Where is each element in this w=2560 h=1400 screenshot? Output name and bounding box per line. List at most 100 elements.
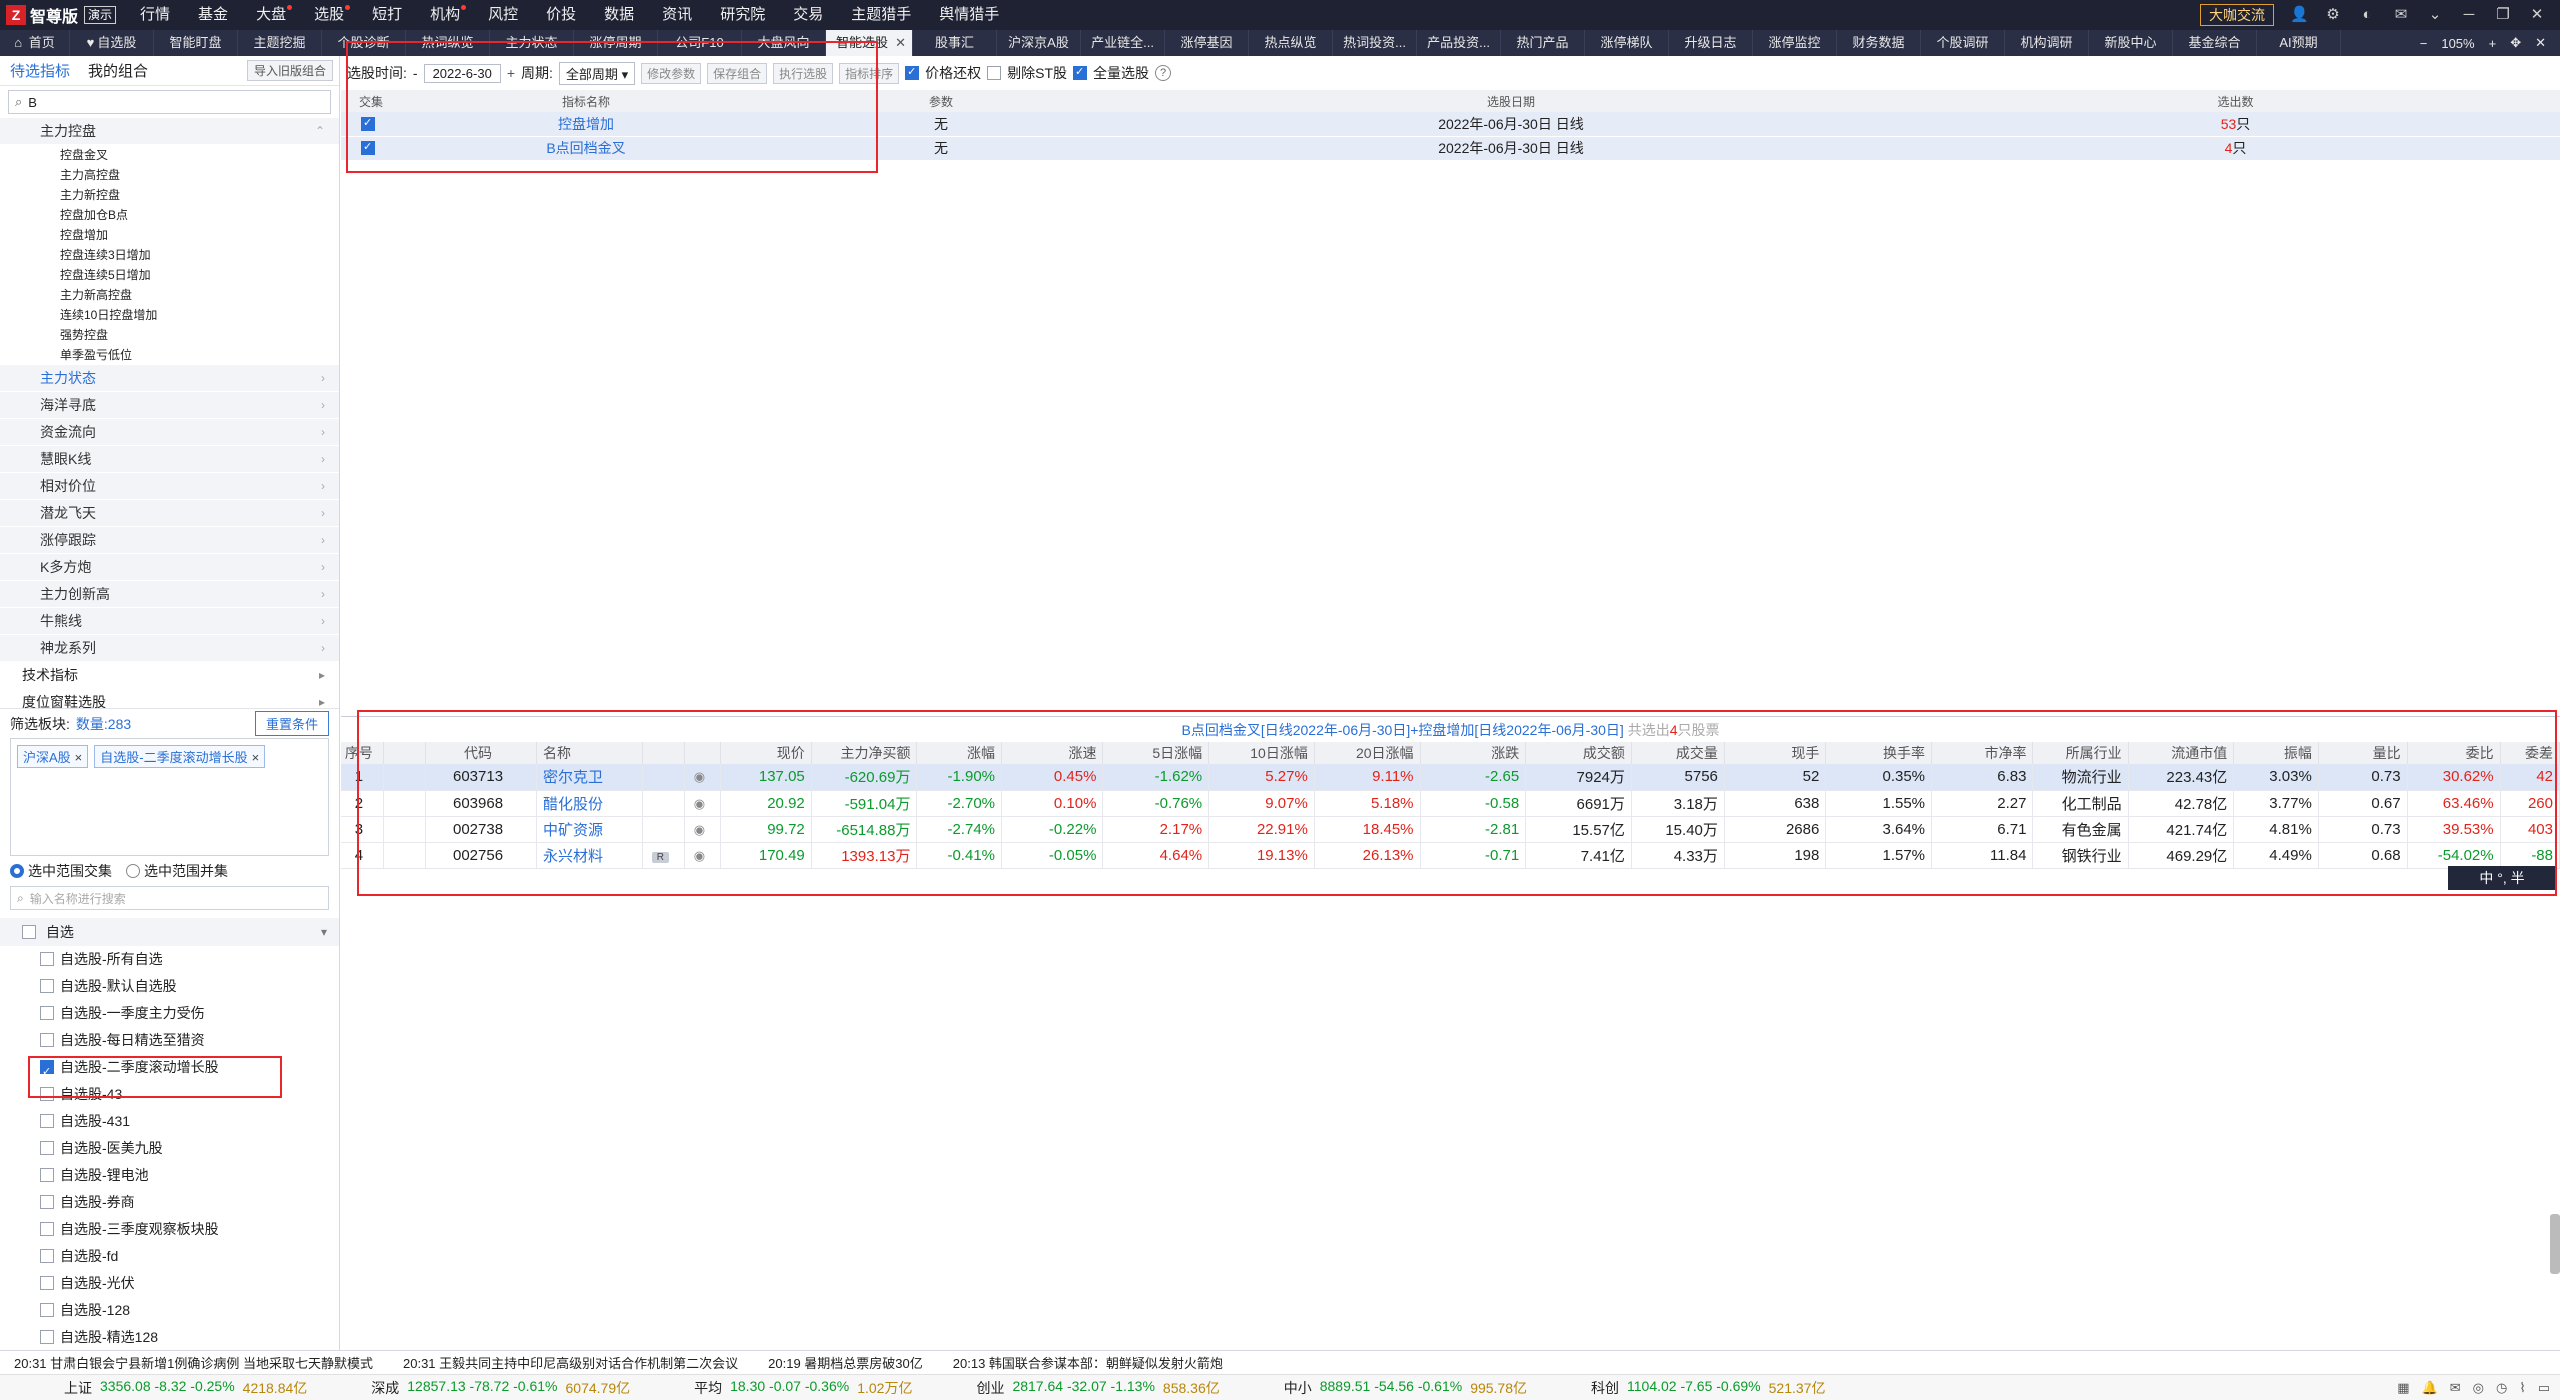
checkbox-checked-icon[interactable] [361, 140, 375, 155]
result-header[interactable]: 涨跌 [1420, 742, 1527, 764]
result-header[interactable]: 流通市值 [2128, 742, 2235, 764]
criteria-row[interactable]: B点回档金叉无2022年-06月-30日 日线4只 [341, 136, 2560, 161]
index-quote[interactable]: 中小 8889.51 -54.56 -0.61% 995.78亿 [1284, 1378, 1527, 1398]
help-icon[interactable]: ? [1155, 65, 1172, 81]
result-header[interactable]: 成交额 [1525, 742, 1632, 764]
tab-item[interactable]: 产品投资... [1417, 30, 1502, 56]
close-icon[interactable]: ✕ [2528, 6, 2546, 24]
exclude-st-option[interactable]: 剔除ST股 [987, 63, 1067, 83]
eye-icon[interactable]: ◉ [694, 796, 705, 811]
watchlist-item[interactable]: 自选股-三季度观察板块股 [0, 1216, 339, 1243]
tree-group-item[interactable]: 资金流向 › [0, 419, 339, 446]
checkbox-icon[interactable] [40, 1168, 54, 1182]
checkbox-icon[interactable] [40, 1222, 54, 1236]
tree-leaf-item[interactable]: 单季盈亏低位 [0, 345, 339, 365]
result-header[interactable]: 涨幅 [916, 742, 1002, 764]
monitor-icon[interactable]: ▭ [2538, 1380, 2550, 1396]
menu-item[interactable]: 数据 [590, 0, 648, 30]
eye-cell[interactable]: ◉ [684, 764, 721, 791]
checkbox-icon[interactable] [40, 1249, 54, 1263]
mail-icon[interactable]: ✉ [2392, 6, 2410, 24]
full-pick-option[interactable]: 全量选股 [1073, 63, 1149, 83]
tree-leaf-item[interactable]: 控盘连续5日增加 [0, 265, 339, 285]
tree-leaf-item[interactable]: 主力新控盘 [0, 185, 339, 205]
checkbox-icon[interactable] [40, 952, 54, 966]
run-picker-button[interactable]: 执行选股 [773, 62, 834, 84]
exchange-button[interactable]: 大咖交流 [2200, 4, 2274, 26]
checkbox-icon[interactable] [40, 1087, 54, 1101]
stock-code[interactable]: 002738 [425, 816, 537, 843]
tab-item[interactable]: 热点纵览 [1249, 30, 1334, 56]
date-plus[interactable]: + [507, 65, 515, 81]
indicator-search-input[interactable]: ⌕ B [8, 90, 331, 114]
watchlist-item[interactable]: 自选股-所有自选 [0, 946, 339, 973]
tree-leaf-item[interactable]: 控盘金叉 [0, 145, 339, 165]
index-quote[interactable]: 科创 1104.02 -7.65 -0.69% 521.37亿 [1591, 1378, 1825, 1398]
chat-icon[interactable]: ✉ [2450, 1380, 2461, 1396]
menu-item[interactable]: 交易 [779, 0, 837, 30]
chip-remove-icon[interactable]: × [75, 750, 83, 765]
tab-item[interactable]: 热词投资... [1333, 30, 1418, 56]
date-input[interactable]: 2022-6-30 [423, 63, 501, 83]
restore-icon[interactable]: ❐ [2494, 6, 2512, 24]
tree-group-item[interactable]: 主力创新高 › [0, 581, 339, 608]
globe-icon[interactable]: ◎ [2473, 1380, 2484, 1396]
stock-code[interactable]: 002756 [425, 842, 537, 869]
menu-item[interactable]: 短打 [358, 0, 416, 30]
tree-top-item[interactable]: 技术指标 ▸ [0, 662, 339, 689]
tab-close-icon[interactable]: ✕ [2535, 35, 2546, 51]
menu-item[interactable]: 价投 [532, 0, 590, 30]
watchlist-item[interactable]: 自选股-默认自选股 [0, 973, 339, 1000]
tree-leaf-item[interactable]: 主力新高控盘 [0, 285, 339, 305]
tree-group-item[interactable]: 涨停跟踪 › [0, 527, 339, 554]
menu-item[interactable]: 风控 [474, 0, 532, 30]
index-quote[interactable]: 创业 2817.64 -32.07 -1.13% 858.36亿 [976, 1378, 1219, 1398]
tab-item[interactable]: 大盘风向 [742, 30, 826, 56]
criteria-name[interactable]: B点回档金叉 [401, 136, 771, 161]
theme-icon[interactable]: ◐ [2358, 6, 2376, 24]
result-header[interactable]: 所属行业 [2032, 742, 2129, 764]
eye-icon[interactable]: ◉ [694, 769, 705, 784]
radio-intersect[interactable]: 选中范围交集 [10, 861, 112, 881]
stock-name[interactable]: 中矿资源 [536, 816, 643, 843]
index-quote[interactable]: 平均 18.30 -0.07 -0.36% 1.02万亿 [694, 1378, 912, 1398]
checkbox-icon[interactable] [40, 979, 54, 993]
menu-item[interactable]: 研究院 [706, 0, 779, 30]
tree-group-item[interactable]: 牛熊线 › [0, 608, 339, 635]
plus-icon[interactable]: + [2489, 36, 2497, 51]
result-header[interactable]: 现价 [720, 742, 812, 764]
watchlist-item[interactable]: 自选股-128 [0, 1297, 339, 1324]
menu-item[interactable]: 选股 [300, 0, 358, 30]
tab-candidate-indicators[interactable]: 待选指标 [10, 60, 70, 81]
watchlist-item[interactable]: 自选股-锂电池 [0, 1162, 339, 1189]
tree-group-item[interactable]: K多方炮 › [0, 554, 339, 581]
stock-code[interactable]: 603968 [425, 790, 537, 817]
result-header[interactable]: 代码 [425, 742, 537, 764]
checkbox-icon[interactable] [40, 1141, 54, 1155]
chip-remove-icon[interactable]: × [252, 750, 260, 765]
result-header[interactable]: 市净率 [1931, 742, 2034, 764]
tree-leaf-item[interactable]: 连续10日控盘增加 [0, 305, 339, 325]
tab-item[interactable]: ♥ 自选股 [70, 30, 154, 56]
tree-group-item[interactable]: 潜龙飞天 › [0, 500, 339, 527]
tab-item[interactable]: 个股诊断 [322, 30, 406, 56]
stock-code[interactable]: 603713 [425, 764, 537, 791]
tab-close-icon[interactable]: ✕ [895, 30, 906, 56]
date-minus[interactable]: - [413, 65, 418, 81]
tree-group-item[interactable]: 海洋寻底 › [0, 392, 339, 419]
watchlist-group[interactable]: 自选 ▾ [0, 918, 339, 946]
import-combo-button[interactable]: 导入旧版组合 [246, 60, 333, 81]
tab-item[interactable]: 股事汇 [913, 30, 998, 56]
price-adjust-option[interactable]: 价格还权 [905, 63, 981, 83]
result-header[interactable]: 10日涨幅 [1208, 742, 1315, 764]
result-header[interactable]: 委差 [2500, 742, 2560, 764]
radio-union[interactable]: 选中范围并集 [126, 861, 228, 881]
tree-group-item[interactable]: 慧眼K线 › [0, 446, 339, 473]
menu-item[interactable]: 基金 [184, 0, 242, 30]
watchlist-item[interactable]: 自选股-券商 [0, 1189, 339, 1216]
watchlist-item[interactable]: 自选股-fd [0, 1243, 339, 1270]
move-icon[interactable]: ✥ [2510, 35, 2521, 51]
eye-icon[interactable]: ◉ [694, 822, 705, 837]
result-header[interactable]: 现手 [1724, 742, 1827, 764]
watchlist-item[interactable]: 自选股-光伏 [0, 1270, 339, 1297]
